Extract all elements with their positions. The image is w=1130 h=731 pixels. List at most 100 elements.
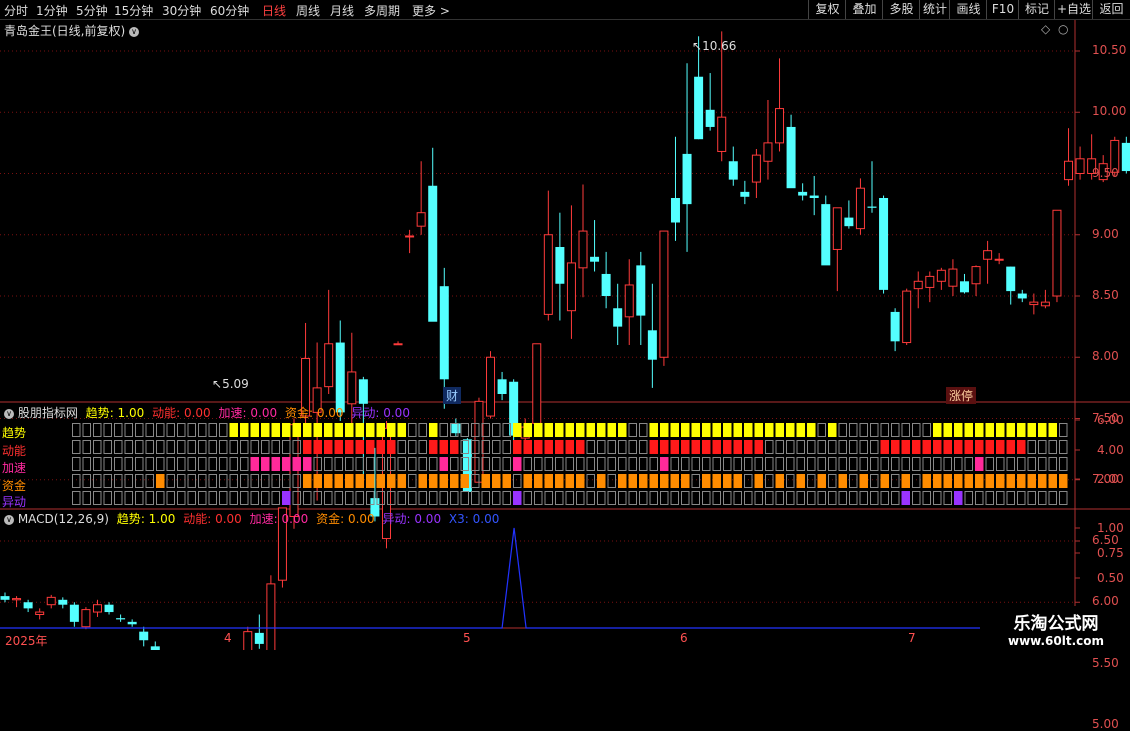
financial-report-tag[interactable]: 财 [443,387,461,404]
macd-axis-100: 1.00 [1097,521,1124,535]
indicator-cell-empty [409,441,417,454]
candle [1076,147,1084,180]
indicator-cell-empty [545,492,553,505]
indicator-cell-empty [776,492,784,505]
indicator-cell-filled [587,423,596,437]
indicator-cell-empty [83,441,91,454]
gear-icon[interactable]: ○ [1058,22,1068,36]
candle [255,615,264,649]
indicator-cell-empty [419,424,427,437]
candle-body [1,596,10,600]
indicator-cell-empty [367,458,375,471]
indicator-cell-empty [829,492,837,505]
indicator-cell-empty [209,458,217,471]
indicator-cell-empty [1039,492,1047,505]
indicator-cell-empty [524,458,532,471]
indicator-cell-empty [881,424,889,437]
main-chart-header: 青岛金王(日线,前复权) ∨ [4,22,139,39]
macd-energy-value: 0.00 [215,512,242,526]
indicator-cell-empty [251,492,259,505]
indicator-cell-filled [419,474,428,488]
indicator-cell-filled [282,491,291,505]
indicator-cell-filled [807,423,816,437]
ind-energy-value: 0.00 [184,406,211,420]
indicator-cell-filled [545,423,554,437]
candle-body [798,192,807,196]
indicator-cell-filled [282,457,291,471]
indicator-cell-filled [440,457,449,471]
indicator-cell-empty [850,441,858,454]
indicator-cell-empty [650,492,658,505]
indicator-cell-empty [325,458,333,471]
indicator-cell-empty [188,458,196,471]
indicator-cell-empty [797,492,805,505]
indicator-cell-filled [629,474,638,488]
indicator-cell-filled [261,457,270,471]
indicator-cell-filled [345,440,354,454]
indicator-cell-filled [314,423,323,437]
indicator-cell-filled [944,440,953,454]
chevron-down-icon[interactable]: ∨ [4,515,14,525]
indicator-cell-filled [482,474,491,488]
indicator-cell-empty [787,492,795,505]
indicator-cell-filled [996,474,1005,488]
candle-body [671,198,680,223]
indicator-cell-filled [734,423,743,437]
indicator-cell-empty [398,492,406,505]
candle [451,419,460,437]
indicator-cell-empty [220,458,228,471]
candle-body [856,188,864,228]
candle [995,253,1003,264]
row-label-energy: 动能 [2,442,26,459]
candle [879,196,888,294]
indicator-cell-empty [493,492,501,505]
price-axis-label: 10.50 [1092,43,1126,57]
indicator-cell-filled [828,423,837,437]
indicator-cell-empty [797,458,805,471]
indicator-cell-empty [787,458,795,471]
candle-body [613,308,622,326]
indicator-cell-empty [703,492,711,505]
limit-up-tag[interactable]: 涨停 [946,387,976,404]
row-label-anomaly: 异动 [2,493,26,510]
indicator-cell-empty [629,492,637,505]
macd-energy-label: 动能 [183,512,207,526]
indicator-cell-empty [860,458,868,471]
price-axis-label: 9.50 [1092,166,1119,180]
indicator-cell-filled [345,423,354,437]
candle [891,308,900,351]
indicator-cell-empty [745,475,753,488]
indicator-cell-empty [1039,441,1047,454]
indicator-cell-empty [472,492,480,505]
indicator-cell-empty [461,492,469,505]
indicator-cell-empty [734,458,742,471]
indicator-cell-filled [534,423,543,437]
indicator-cell-empty [650,458,658,471]
indicator-cell-empty [640,492,648,505]
indicator-cell-filled [450,440,459,454]
indicator-cell-empty [314,492,322,505]
chevron-down-icon[interactable]: ∨ [129,27,139,37]
candle [406,230,414,253]
macd-fund-value: 0.00 [348,512,375,526]
indicator-cell-empty [965,492,973,505]
indicator-cell-empty [115,424,123,437]
indicator-cell-filled [545,440,554,454]
indicator-cell-empty [241,492,249,505]
indicator-cell-empty [136,441,144,454]
indicator-cell-filled [440,474,449,488]
price-axis-label: 5.00 [1092,717,1119,731]
indicator-cell-empty [125,475,133,488]
candle-body [740,192,749,197]
indicator-cell-empty [640,458,648,471]
indicator-cell-filled [702,423,711,437]
indicator-cell-empty [776,441,784,454]
candle [787,115,796,189]
candle-body [1076,159,1084,174]
indicator-cell-empty [871,441,879,454]
candle-body [533,344,541,424]
candle [613,284,622,345]
chevron-down-icon[interactable]: ∨ [4,409,14,419]
diamond-icon[interactable]: ◇ [1041,22,1050,36]
candle-body [116,618,125,619]
